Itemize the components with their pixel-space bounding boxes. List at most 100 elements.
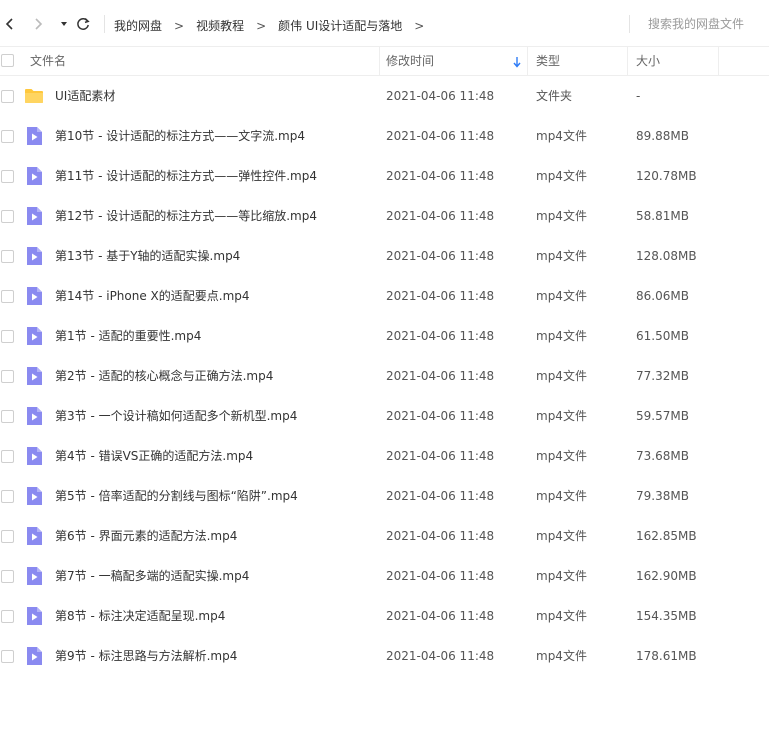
row-checkbox[interactable]: [1, 90, 14, 103]
toolbar-divider: [104, 15, 105, 33]
file-row[interactable]: 第3节 - 一个设计稿如何适配多个新机型.mp4 2021-04-06 11:48…: [0, 396, 769, 436]
file-name[interactable]: 第6节 - 界面元素的适配方法.mp4: [55, 516, 237, 556]
file-modified-time: 2021-04-06 11:48: [386, 649, 495, 663]
column-header-modified[interactable]: 修改时间: [386, 47, 434, 75]
file-size: 58.81MB: [636, 209, 689, 223]
breadcrumb-separator[interactable]: >: [414, 19, 424, 33]
column-header-type[interactable]: 类型: [536, 47, 560, 75]
file-size: 162.85MB: [636, 529, 697, 543]
row-checkbox[interactable]: [1, 530, 14, 543]
file-type: mp4文件: [536, 609, 587, 623]
folder-icon: [25, 89, 43, 103]
row-checkbox[interactable]: [1, 210, 14, 223]
file-name[interactable]: 第12节 - 设计适配的标注方式——等比缩放.mp4: [55, 196, 317, 236]
file-name[interactable]: 第9节 - 标注思路与方法解析.mp4: [55, 636, 237, 676]
row-checkbox[interactable]: [1, 410, 14, 423]
file-name[interactable]: 第5节 - 倍率适配的分割线与图标“陷阱”.mp4: [55, 476, 298, 516]
file-modified-time: 2021-04-06 11:48: [386, 289, 495, 303]
file-name[interactable]: UI适配素材: [55, 76, 115, 116]
refresh-icon: [77, 18, 90, 30]
file-list-header: 文件名 修改时间 类型 大小: [0, 46, 769, 76]
select-all-checkbox[interactable]: [1, 54, 14, 67]
file-row[interactable]: 第10节 - 设计适配的标注方式——文字流.mp4 2021-04-06 11:4…: [0, 116, 769, 156]
file-row[interactable]: 第12节 - 设计适配的标注方式——等比缩放.mp4 2021-04-06 11:…: [0, 196, 769, 236]
file-type: mp4文件: [536, 649, 587, 663]
sort-down-arrow-icon[interactable]: [512, 56, 522, 68]
file-type: mp4文件: [536, 529, 587, 543]
file-modified-time: 2021-04-06 11:48: [386, 449, 495, 463]
file-name[interactable]: 第3节 - 一个设计稿如何适配多个新机型.mp4: [55, 396, 297, 436]
row-checkbox[interactable]: [1, 170, 14, 183]
row-checkbox[interactable]: [1, 490, 14, 503]
row-checkbox[interactable]: [1, 650, 14, 663]
file-modified-time: 2021-04-06 11:48: [386, 169, 495, 183]
breadcrumb-item-video-tutorials[interactable]: 视频教程: [196, 17, 244, 34]
video-file-icon: [27, 647, 42, 665]
file-row[interactable]: 第6节 - 界面元素的适配方法.mp4 2021-04-06 11:48 mp4文件…: [0, 516, 769, 556]
toolbar: 我的网盘 > 视频教程 > 颜伟 UI设计适配与落地 >: [0, 0, 769, 48]
file-type: 文件夹: [536, 89, 573, 103]
file-size: 120.78MB: [636, 169, 697, 183]
file-type: mp4文件: [536, 249, 587, 263]
file-row[interactable]: 第7节 - 一稿配多端的适配实操.mp4 2021-04-06 11:48 mp4文…: [0, 556, 769, 596]
column-divider: [527, 47, 528, 75]
row-checkbox[interactable]: [1, 130, 14, 143]
column-header-name[interactable]: 文件名: [30, 47, 66, 75]
file-name[interactable]: 第10节 - 设计适配的标注方式——文字流.mp4: [55, 116, 305, 156]
breadcrumb-item-current-folder[interactable]: 颜伟 UI设计适配与落地: [278, 17, 402, 34]
file-row[interactable]: 第5节 - 倍率适配的分割线与图标“陷阱”.mp4 2021-04-06 11:4…: [0, 476, 769, 516]
file-type: mp4文件: [536, 369, 587, 383]
refresh-button[interactable]: [73, 14, 93, 34]
file-size: 61.50MB: [636, 329, 689, 343]
back-button[interactable]: [0, 14, 20, 34]
file-name[interactable]: 第11节 - 设计适配的标注方式——弹性控件.mp4: [55, 156, 317, 196]
video-file-icon: [27, 567, 42, 585]
search-divider: [629, 15, 630, 33]
row-checkbox[interactable]: [1, 370, 14, 383]
file-name[interactable]: 第13节 - 基于Y轴的适配实操.mp4: [55, 236, 240, 276]
file-type: mp4文件: [536, 489, 587, 503]
video-file-icon: [27, 287, 42, 305]
video-file-icon: [27, 327, 42, 345]
file-row[interactable]: 第9节 - 标注思路与方法解析.mp4 2021-04-06 11:48 mp4文件…: [0, 636, 769, 676]
file-type: mp4文件: [536, 329, 587, 343]
row-checkbox[interactable]: [1, 250, 14, 263]
file-type: mp4文件: [536, 569, 587, 583]
file-modified-time: 2021-04-06 11:48: [386, 329, 495, 343]
file-name[interactable]: 第1节 - 适配的重要性.mp4: [55, 316, 201, 356]
file-type: mp4文件: [536, 289, 587, 303]
chevron-right-icon: [35, 18, 43, 30]
file-type: mp4文件: [536, 409, 587, 423]
video-file-icon: [27, 487, 42, 505]
row-checkbox[interactable]: [1, 570, 14, 583]
file-row[interactable]: 第8节 - 标注决定适配呈现.mp4 2021-04-06 11:48 mp4文件 1…: [0, 596, 769, 636]
file-row[interactable]: 第11节 - 设计适配的标注方式——弹性控件.mp4 2021-04-06 11:…: [0, 156, 769, 196]
file-name[interactable]: 第7节 - 一稿配多端的适配实操.mp4: [55, 556, 249, 596]
file-name[interactable]: 第8节 - 标注决定适配呈现.mp4: [55, 596, 225, 636]
row-checkbox[interactable]: [1, 610, 14, 623]
file-row[interactable]: 第2节 - 适配的核心概念与正确方法.mp4 2021-04-06 11:48 mp…: [0, 356, 769, 396]
history-dropdown-button[interactable]: [54, 14, 74, 34]
column-header-size[interactable]: 大小: [636, 47, 660, 75]
row-checkbox[interactable]: [1, 450, 14, 463]
chevron-left-icon: [5, 18, 13, 30]
file-row[interactable]: UI适配素材 2021-04-06 11:48 文件夹 -: [0, 76, 769, 116]
forward-button[interactable]: [28, 14, 48, 34]
file-row[interactable]: 第4节 - 错误VS正确的适配方法.mp4 2021-04-06 11:48 mp4…: [0, 436, 769, 476]
column-divider: [718, 47, 719, 75]
file-type: mp4文件: [536, 129, 587, 143]
file-modified-time: 2021-04-06 11:48: [386, 409, 495, 423]
file-row[interactable]: 第13节 - 基于Y轴的适配实操.mp4 2021-04-06 11:48 mp4文…: [0, 236, 769, 276]
breadcrumb-item-my-drive[interactable]: 我的网盘: [114, 17, 162, 34]
file-name[interactable]: 第2节 - 适配的核心概念与正确方法.mp4: [55, 356, 273, 396]
video-file-icon: [27, 167, 42, 185]
caret-down-icon: [61, 22, 67, 26]
file-row[interactable]: 第14节 - iPhone X的适配要点.mp4 2021-04-06 11:48…: [0, 276, 769, 316]
row-checkbox[interactable]: [1, 330, 14, 343]
file-row[interactable]: 第1节 - 适配的重要性.mp4 2021-04-06 11:48 mp4文件 61.…: [0, 316, 769, 356]
file-type: mp4文件: [536, 169, 587, 183]
search-input[interactable]: [634, 12, 769, 36]
row-checkbox[interactable]: [1, 290, 14, 303]
file-name[interactable]: 第4节 - 错误VS正确的适配方法.mp4: [55, 436, 253, 476]
file-name[interactable]: 第14节 - iPhone X的适配要点.mp4: [55, 276, 250, 316]
